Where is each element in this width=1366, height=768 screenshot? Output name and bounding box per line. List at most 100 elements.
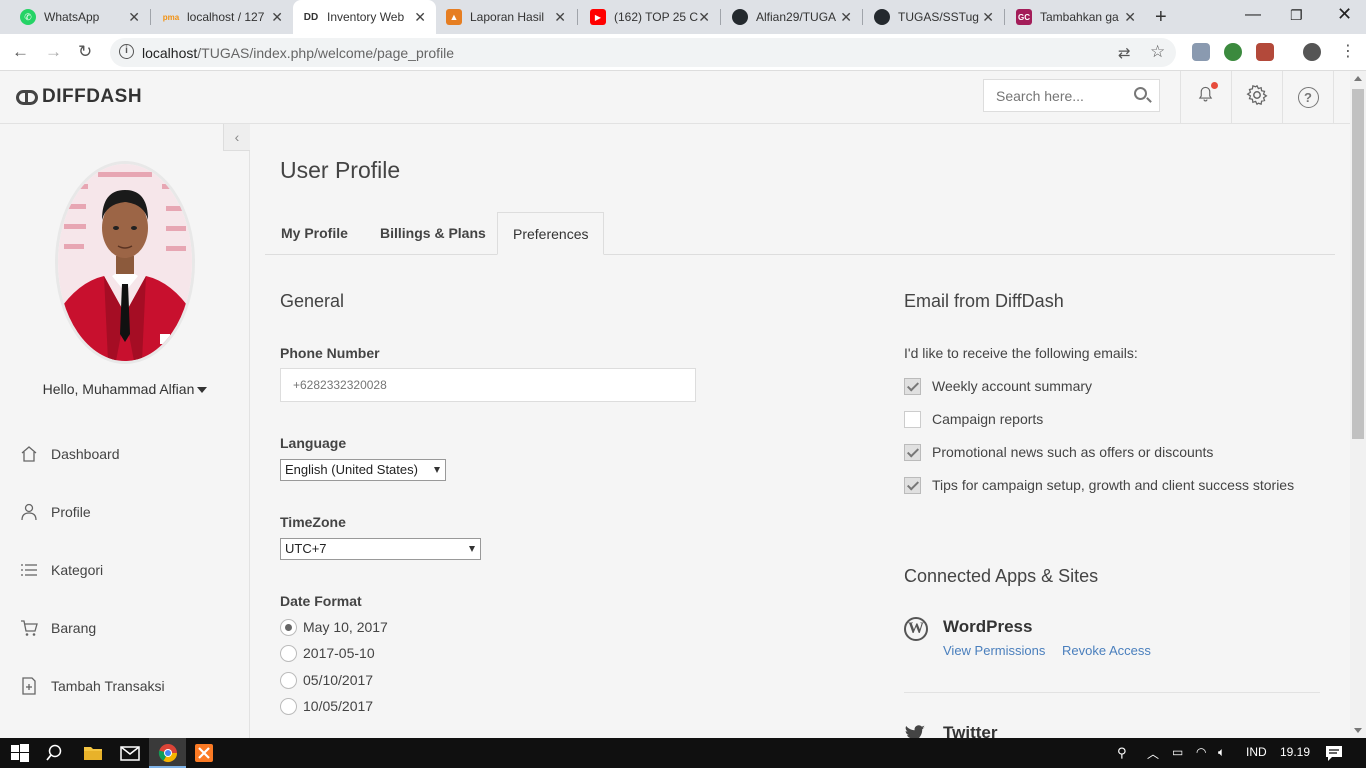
cart-icon	[20, 619, 38, 637]
radio-button[interactable]	[280, 644, 297, 662]
translate-icon[interactable]: ⇄	[1118, 44, 1131, 62]
sidebar-item-profile[interactable]: Profile	[20, 500, 91, 524]
menu-dots-icon[interactable]: ⋮	[1340, 41, 1356, 61]
volume-icon[interactable]: 🔈︎	[1218, 745, 1225, 760]
notification-bell-icon[interactable]	[1197, 86, 1214, 103]
search-box	[983, 79, 1160, 112]
search-icon[interactable]	[1134, 87, 1147, 100]
wifi-icon[interactable]: ◠	[1196, 745, 1206, 759]
extension-icon[interactable]	[1192, 43, 1210, 61]
maximize-icon[interactable]: ❐	[1290, 7, 1303, 24]
email-option-promotional[interactable]: Promotional news such as offers or disco…	[904, 443, 1213, 461]
language-select[interactable]: English (United States)	[280, 459, 446, 481]
radio-button[interactable]	[280, 618, 297, 636]
close-icon[interactable]: ✕	[128, 10, 140, 24]
revoke-access-link[interactable]: Revoke Access	[1062, 643, 1151, 658]
checkbox[interactable]	[904, 410, 921, 428]
dropdown-arrow-icon	[469, 546, 475, 552]
browser-tab-tambahkan[interactable]: GC Tambahkan ga ✕	[1006, 0, 1146, 34]
checkbox-label: Promotional news such as offers or disco…	[932, 444, 1214, 460]
close-icon[interactable]: ✕	[840, 10, 852, 24]
browser-tab-youtube[interactable]: ▶ (162) TOP 25 C ✕	[580, 0, 720, 34]
date-format-option[interactable]: 05/10/2017	[280, 671, 373, 689]
action-center-icon[interactable]	[1324, 743, 1344, 763]
minimize-icon[interactable]: —	[1245, 6, 1261, 24]
mail-icon[interactable]	[120, 743, 140, 763]
sidebar-collapse-button[interactable]: ‹	[223, 124, 250, 151]
timezone-value: UTC+7	[285, 541, 327, 556]
url-text[interactable]: localhost/TUGAS/index.php/welcome/page_p…	[142, 45, 454, 61]
date-format-option[interactable]: 2017-05-10	[280, 644, 375, 662]
timezone-select[interactable]: UTC+7	[280, 538, 481, 560]
file-explorer-icon[interactable]	[83, 743, 103, 763]
input-language[interactable]: IND	[1246, 745, 1267, 759]
greeting-text: Hello, Muhammad Alfian	[42, 381, 195, 397]
scroll-down-icon[interactable]	[1354, 728, 1362, 733]
info-icon[interactable]: i	[119, 44, 134, 59]
windows-start-icon[interactable]	[10, 743, 30, 763]
scrollbar-thumb[interactable]	[1352, 89, 1364, 439]
people-icon[interactable]: ⚲	[1117, 745, 1127, 761]
pdf-extension-icon[interactable]	[1256, 43, 1274, 61]
tab-my-profile[interactable]: My Profile	[266, 212, 363, 255]
browser-tab-github-2[interactable]: TUGAS/SSTug ✕	[864, 0, 1004, 34]
new-tab-button[interactable]: +	[1155, 6, 1167, 29]
sidebar-item-dashboard[interactable]: Dashboard	[20, 442, 120, 466]
close-icon[interactable]: ✕	[982, 10, 994, 24]
notification-badge	[1211, 82, 1218, 89]
close-icon[interactable]: ✕	[271, 10, 283, 24]
tab-billings-plans[interactable]: Billings & Plans	[365, 212, 501, 255]
email-option-campaign[interactable]: Campaign reports	[904, 410, 1043, 428]
xampp-icon[interactable]	[194, 743, 214, 763]
reload-icon[interactable]: ↻	[78, 42, 92, 62]
brand-logo[interactable]: DIFFDASH	[16, 86, 142, 108]
clock[interactable]: 19.19	[1280, 745, 1310, 759]
close-icon[interactable]: ✕	[1124, 10, 1136, 24]
gear-icon[interactable]	[1246, 84, 1268, 106]
email-option-weekly[interactable]: Weekly account summary	[904, 377, 1092, 395]
battery-icon[interactable]: ▭	[1172, 745, 1183, 759]
search-icon[interactable]	[46, 743, 66, 763]
back-icon[interactable]: ←	[12, 42, 29, 62]
globe-extension-icon[interactable]	[1224, 43, 1242, 61]
sidebar-item-barang[interactable]: Barang	[20, 616, 96, 640]
browser-tab-github-1[interactable]: Alfian29/TUGA ✕	[722, 0, 862, 34]
browser-tab-phpmyadmin[interactable]: pma localhost / 127 ✕	[153, 0, 293, 34]
tab-preferences[interactable]: Preferences	[497, 212, 605, 255]
radio-button[interactable]	[280, 697, 297, 715]
star-icon[interactable]: ☆	[1150, 42, 1165, 62]
checkbox[interactable]	[904, 476, 921, 494]
close-window-icon[interactable]: ✕	[1337, 4, 1352, 25]
user-greeting[interactable]: Hello, Muhammad Alfian	[0, 381, 250, 397]
sidebar-item-tambah-transaksi[interactable]: Tambah Transaksi	[20, 674, 165, 698]
phone-field[interactable]	[280, 368, 696, 402]
page-scrollbar[interactable]	[1350, 71, 1366, 738]
date-format-option[interactable]: 10/05/2017	[280, 697, 373, 715]
help-icon[interactable]: ?	[1296, 85, 1320, 109]
account-icon[interactable]	[1303, 43, 1321, 61]
close-icon[interactable]: ✕	[698, 10, 710, 24]
checkbox[interactable]	[904, 377, 921, 395]
search-input[interactable]	[984, 80, 1124, 111]
wordpress-icon: W	[904, 617, 928, 641]
scroll-up-icon[interactable]	[1354, 76, 1362, 81]
sidebar-item-label: Profile	[51, 504, 91, 520]
radio-button[interactable]	[280, 671, 297, 689]
email-option-tips[interactable]: Tips for campaign setup, growth and clie…	[904, 476, 1294, 494]
radio-label: 10/05/2017	[303, 698, 374, 714]
avatar[interactable]	[55, 161, 195, 364]
chrome-icon[interactable]	[158, 743, 178, 763]
browser-tab-bar: ✆ WhatsApp ✕ pma localhost / 127 ✕ DD In…	[0, 0, 1366, 34]
sidebar-item-kategori[interactable]: Kategori	[20, 558, 103, 582]
browser-tab-laporan[interactable]: ▲ Laporan Hasil ✕	[436, 0, 576, 34]
close-icon[interactable]: ✕	[554, 10, 566, 24]
close-icon[interactable]: ✕	[414, 10, 426, 24]
browser-tab-whatsapp[interactable]: ✆ WhatsApp ✕	[10, 0, 150, 34]
date-format-option[interactable]: May 10, 2017	[280, 618, 388, 636]
chevron-up-icon[interactable]: ︿	[1147, 745, 1159, 762]
view-permissions-link[interactable]: View Permissions	[943, 643, 1045, 658]
forward-icon[interactable]: →	[45, 42, 62, 62]
browser-tab-inventory[interactable]: DD Inventory Web ✕	[293, 0, 436, 34]
checkbox[interactable]	[904, 443, 921, 461]
address-bar[interactable]: i localhost/TUGAS/index.php/welcome/page…	[110, 38, 1176, 67]
